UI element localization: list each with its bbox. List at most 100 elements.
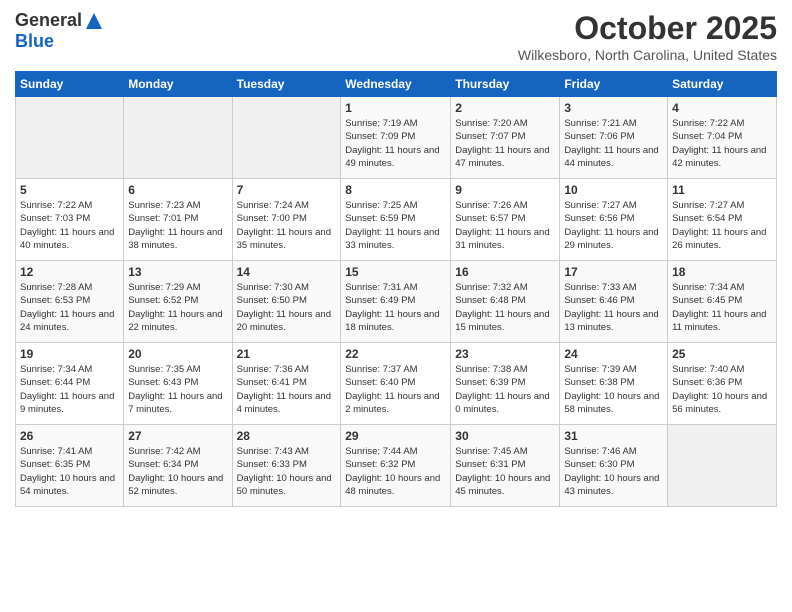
day-info: Sunrise: 7:45 AM Sunset: 6:31 PM Dayligh…: [455, 445, 555, 498]
day-number: 9: [455, 183, 555, 197]
cell-w4-d6: 25 Sunrise: 7:40 AM Sunset: 6:36 PM Dayli…: [668, 343, 777, 425]
day-number: 14: [237, 265, 337, 279]
day-info: Sunrise: 7:34 AM Sunset: 6:44 PM Dayligh…: [20, 363, 119, 416]
cell-w5-d1: 27 Sunrise: 7:42 AM Sunset: 6:34 PM Dayli…: [124, 425, 232, 507]
day-number: 3: [564, 101, 663, 115]
day-number: 27: [128, 429, 227, 443]
week-row-2: 5Sunrise: 7:22 AM Sunset: 7:03 PM Daylig…: [16, 179, 777, 261]
cell-w4-d3: 22 Sunrise: 7:37 AM Sunset: 6:40 PM Dayli…: [341, 343, 451, 425]
day-info: Sunrise: 7:38 AM Sunset: 6:39 PM Dayligh…: [455, 363, 555, 416]
cell-w5-d3: 29Sunrise: 7:44 AM Sunset: 6:32 PM Dayli…: [341, 425, 451, 507]
day-number: 17: [564, 265, 663, 279]
day-number: 7: [237, 183, 337, 197]
header: General Blue October 2025 Wilkesboro, No…: [15, 10, 777, 63]
day-number: 2: [455, 101, 555, 115]
calendar: Sunday Monday Tuesday Wednesday Thursday…: [15, 71, 777, 507]
day-number: 25: [672, 347, 772, 361]
cell-w4-d4: 23 Sunrise: 7:38 AM Sunset: 6:39 PM Dayli…: [451, 343, 560, 425]
day-info: Sunrise: 7:22 AM Sunset: 7:03 PM Dayligh…: [20, 199, 119, 252]
page: General Blue October 2025 Wilkesboro, No…: [0, 0, 792, 612]
day-number: 6: [128, 183, 227, 197]
month-title: October 2025: [518, 10, 777, 47]
cell-w4-d2: 21 Sunrise: 7:36 AM Sunset: 6:41 PM Dayli…: [232, 343, 341, 425]
logo: General Blue: [15, 10, 104, 52]
day-number: 11: [672, 183, 772, 197]
cell-w2-d1: 6Sunrise: 7:23 AM Sunset: 7:01 PM Daylig…: [124, 179, 232, 261]
cell-w3-d4: 16Sunrise: 7:32 AM Sunset: 6:48 PM Dayli…: [451, 261, 560, 343]
day-info: Sunrise: 7:37 AM Sunset: 6:40 PM Dayligh…: [345, 363, 446, 416]
day-info: Sunrise: 7:42 AM Sunset: 6:34 PM Dayligh…: [128, 445, 227, 498]
day-number: 16: [455, 265, 555, 279]
day-info: Sunrise: 7:35 AM Sunset: 6:43 PM Dayligh…: [128, 363, 227, 416]
day-number: 21: [237, 347, 337, 361]
cell-w5-d4: 30 Sunrise: 7:45 AM Sunset: 6:31 PM Dayli…: [451, 425, 560, 507]
cell-w2-d0: 5Sunrise: 7:22 AM Sunset: 7:03 PM Daylig…: [16, 179, 124, 261]
day-info: Sunrise: 7:27 AM Sunset: 6:54 PM Dayligh…: [672, 199, 772, 252]
day-number: 10: [564, 183, 663, 197]
cell-w3-d5: 17 Sunrise: 7:33 AM Sunset: 6:46 PM Dayli…: [560, 261, 668, 343]
day-info: Sunrise: 7:30 AM Sunset: 6:50 PM Dayligh…: [237, 281, 337, 334]
day-number: 19: [20, 347, 119, 361]
day-number: 4: [672, 101, 772, 115]
day-number: 18: [672, 265, 772, 279]
day-info: Sunrise: 7:46 AM Sunset: 6:30 PM Dayligh…: [564, 445, 663, 498]
day-info: Sunrise: 7:34 AM Sunset: 6:45 PM Dayligh…: [672, 281, 772, 334]
day-number: 28: [237, 429, 337, 443]
day-info: Sunrise: 7:33 AM Sunset: 6:46 PM Dayligh…: [564, 281, 663, 334]
title-block: October 2025 Wilkesboro, North Carolina,…: [518, 10, 777, 63]
th-friday: Friday: [560, 72, 668, 97]
cell-w5-d2: 28Sunrise: 7:43 AM Sunset: 6:33 PM Dayli…: [232, 425, 341, 507]
cell-w2-d6: 11 Sunrise: 7:27 AM Sunset: 6:54 PM Dayli…: [668, 179, 777, 261]
day-info: Sunrise: 7:21 AM Sunset: 7:06 PM Dayligh…: [564, 117, 663, 170]
cell-w1-d6: 4Sunrise: 7:22 AM Sunset: 7:04 PM Daylig…: [668, 97, 777, 179]
week-row-3: 12 Sunrise: 7:28 AM Sunset: 6:53 PM Dayli…: [16, 261, 777, 343]
day-number: 15: [345, 265, 446, 279]
day-number: 8: [345, 183, 446, 197]
day-info: Sunrise: 7:41 AM Sunset: 6:35 PM Dayligh…: [20, 445, 119, 498]
day-number: 20: [128, 347, 227, 361]
day-number: 12: [20, 265, 119, 279]
cell-w4-d1: 20 Sunrise: 7:35 AM Sunset: 6:43 PM Dayli…: [124, 343, 232, 425]
th-wednesday: Wednesday: [341, 72, 451, 97]
cell-w3-d2: 14 Sunrise: 7:30 AM Sunset: 6:50 PM Dayli…: [232, 261, 341, 343]
day-info: Sunrise: 7:28 AM Sunset: 6:53 PM Dayligh…: [20, 281, 119, 334]
cell-w3-d3: 15 Sunrise: 7:31 AM Sunset: 6:49 PM Dayli…: [341, 261, 451, 343]
day-info: Sunrise: 7:27 AM Sunset: 6:56 PM Dayligh…: [564, 199, 663, 252]
day-info: Sunrise: 7:20 AM Sunset: 7:07 PM Dayligh…: [455, 117, 555, 170]
cell-w4-d0: 19 Sunrise: 7:34 AM Sunset: 6:44 PM Dayli…: [16, 343, 124, 425]
day-info: Sunrise: 7:29 AM Sunset: 6:52 PM Dayligh…: [128, 281, 227, 334]
cell-w4-d5: 24Sunrise: 7:39 AM Sunset: 6:38 PM Dayli…: [560, 343, 668, 425]
th-tuesday: Tuesday: [232, 72, 341, 97]
cell-w2-d4: 9Sunrise: 7:26 AM Sunset: 6:57 PM Daylig…: [451, 179, 560, 261]
th-monday: Monday: [124, 72, 232, 97]
day-number: 1: [345, 101, 446, 115]
day-number: 13: [128, 265, 227, 279]
cell-w3-d6: 18 Sunrise: 7:34 AM Sunset: 6:45 PM Dayli…: [668, 261, 777, 343]
day-info: Sunrise: 7:40 AM Sunset: 6:36 PM Dayligh…: [672, 363, 772, 416]
week-row-5: 26 Sunrise: 7:41 AM Sunset: 6:35 PM Dayli…: [16, 425, 777, 507]
day-number: 22: [345, 347, 446, 361]
day-info: Sunrise: 7:36 AM Sunset: 6:41 PM Dayligh…: [237, 363, 337, 416]
cell-w5-d6: [668, 425, 777, 507]
day-number: 30: [455, 429, 555, 443]
cell-w1-d2: [232, 97, 341, 179]
cell-w1-d5: 3 Sunrise: 7:21 AM Sunset: 7:06 PM Daylig…: [560, 97, 668, 179]
logo-general-text: General: [15, 10, 82, 31]
day-info: Sunrise: 7:24 AM Sunset: 7:00 PM Dayligh…: [237, 199, 337, 252]
cell-w5-d0: 26 Sunrise: 7:41 AM Sunset: 6:35 PM Dayli…: [16, 425, 124, 507]
day-info: Sunrise: 7:31 AM Sunset: 6:49 PM Dayligh…: [345, 281, 446, 334]
logo-icon: [84, 11, 104, 31]
week-row-1: 1 Sunrise: 7:19 AM Sunset: 7:09 PM Daylig…: [16, 97, 777, 179]
cell-w1-d3: 1 Sunrise: 7:19 AM Sunset: 7:09 PM Daylig…: [341, 97, 451, 179]
day-number: 23: [455, 347, 555, 361]
cell-w3-d0: 12 Sunrise: 7:28 AM Sunset: 6:53 PM Dayli…: [16, 261, 124, 343]
th-thursday: Thursday: [451, 72, 560, 97]
weekday-header-row: Sunday Monday Tuesday Wednesday Thursday…: [16, 72, 777, 97]
day-number: 26: [20, 429, 119, 443]
day-info: Sunrise: 7:39 AM Sunset: 6:38 PM Dayligh…: [564, 363, 663, 416]
th-sunday: Sunday: [16, 72, 124, 97]
day-number: 31: [564, 429, 663, 443]
day-info: Sunrise: 7:19 AM Sunset: 7:09 PM Dayligh…: [345, 117, 446, 170]
cell-w3-d1: 13 Sunrise: 7:29 AM Sunset: 6:52 PM Dayli…: [124, 261, 232, 343]
cell-w1-d4: 2 Sunrise: 7:20 AM Sunset: 7:07 PM Daylig…: [451, 97, 560, 179]
